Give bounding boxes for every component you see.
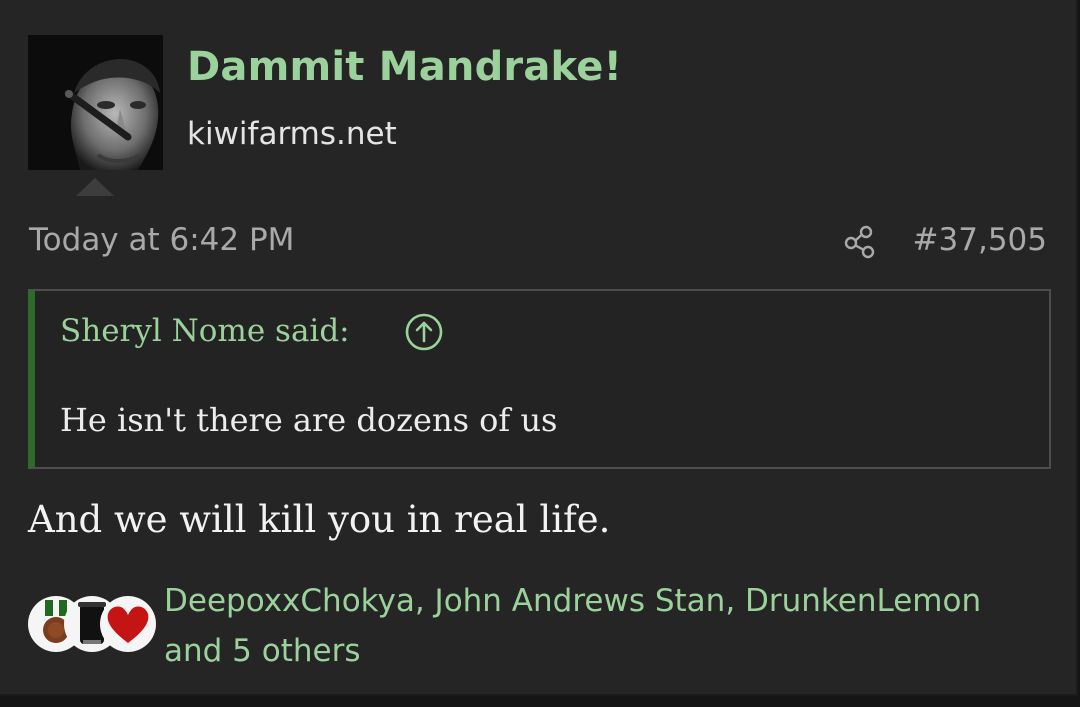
post-number[interactable]: #37,505 <box>913 222 1047 258</box>
quote-block: Sheryl Nome said: He isn't there are doz… <box>28 289 1051 469</box>
reacted-by-list[interactable]: DeepoxxChokya, John Andrews Stan, Drunke… <box>164 576 1064 676</box>
forum-post: Dammit Mandrake! kiwifarms.net Today at … <box>0 0 1078 696</box>
share-icon[interactable] <box>842 224 878 260</box>
reacted-by-line-2[interactable]: and 5 others <box>164 626 1064 676</box>
post-timestamp[interactable]: Today at 6:42 PM <box>29 222 294 258</box>
arrow-up-circle-icon[interactable] <box>404 312 444 352</box>
user-title: kiwifarms.net <box>187 116 397 152</box>
post-username[interactable]: Dammit Mandrake! <box>187 44 622 90</box>
reacted-by-line-1[interactable]: DeepoxxChokya, John Andrews Stan, Drunke… <box>164 576 1064 626</box>
user-avatar[interactable] <box>28 35 163 170</box>
post-message: And we will kill you in real life. <box>28 498 611 541</box>
reaction-icons[interactable] <box>22 596 162 654</box>
quote-text: He isn't there are dozens of us <box>60 401 558 439</box>
quote-author[interactable]: Sheryl Nome said: <box>60 313 350 349</box>
caret-up-icon <box>76 178 114 196</box>
heart-icon <box>100 596 156 652</box>
